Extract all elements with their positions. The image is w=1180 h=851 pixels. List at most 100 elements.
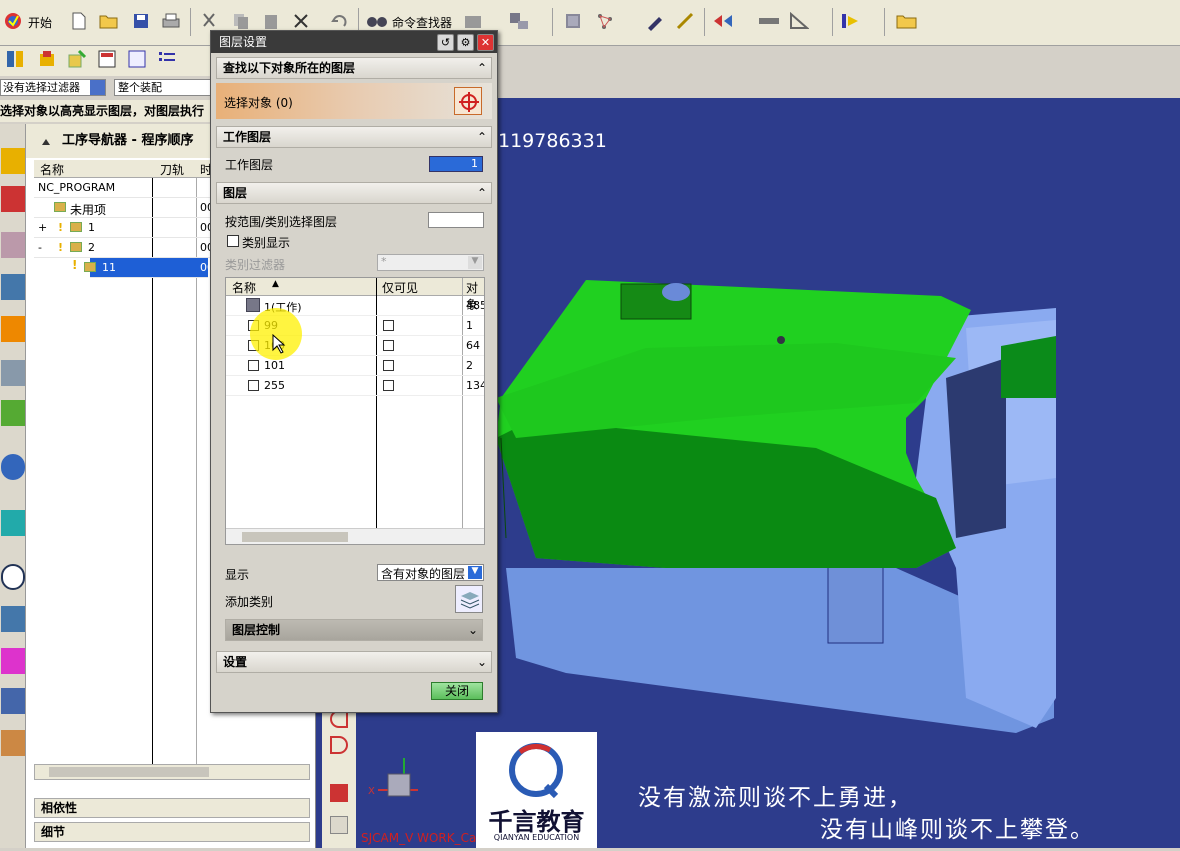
layer-row[interactable]: 255 134 — [226, 376, 484, 396]
layer-visible-checkbox[interactable] — [248, 360, 259, 371]
add-category-icon[interactable] — [455, 585, 483, 613]
find-section-header[interactable]: 查找以下对象所在的图层 ⌃ — [216, 57, 492, 79]
assembly-navigator-icon[interactable] — [1, 148, 25, 174]
layer-visible-checkbox[interactable] — [248, 380, 259, 391]
hide-icon[interactable] — [758, 10, 780, 32]
scroll-thumb[interactable] — [242, 532, 348, 542]
col-name[interactable]: 名称 — [232, 279, 256, 296]
curve-icon[interactable] — [330, 736, 348, 754]
visible-only-checkbox[interactable] — [383, 320, 394, 331]
visible-only-checkbox[interactable] — [383, 380, 394, 391]
visible-only-checkbox[interactable] — [383, 360, 394, 371]
mount-icon[interactable] — [66, 48, 88, 70]
new-file-icon[interactable] — [68, 10, 90, 32]
list-icon[interactable] — [156, 48, 178, 70]
select-object-row[interactable]: 选择对象 (0) — [216, 83, 492, 119]
fm-icon[interactable] — [126, 48, 148, 70]
command-finder-icon[interactable] — [366, 10, 388, 32]
machine-tool-icon[interactable] — [1, 360, 25, 386]
layer-stack-icon[interactable] — [462, 10, 484, 32]
layer-settings-icon[interactable] — [562, 10, 584, 32]
horizontal-scrollbar[interactable] — [226, 528, 484, 544]
horizontal-scrollbar[interactable] — [34, 764, 310, 780]
close-icon[interactable]: ✕ — [477, 34, 494, 51]
panel-label: 细节 — [41, 825, 66, 839]
layer-category-icon[interactable] — [594, 10, 616, 32]
row-name: 11 — [102, 261, 116, 274]
roles-icon[interactable] — [1, 730, 25, 756]
col-visible-only[interactable]: 仅可见 — [382, 279, 418, 296]
history-clock-icon[interactable] — [1, 564, 25, 590]
logo-text: 千言教育 — [488, 808, 585, 836]
col-toolpath[interactable]: 刀轨 — [160, 161, 184, 178]
table-row-selected[interactable]: 11 00 — [90, 258, 214, 278]
chevron-down-icon[interactable]: ▼ — [468, 256, 482, 269]
process-studio-icon[interactable] — [1, 606, 25, 632]
work-layer-section-header[interactable]: 工作图层 ⌃ — [216, 126, 492, 148]
dependencies-panel[interactable]: 相依性 — [34, 798, 310, 818]
range-input[interactable] — [428, 212, 484, 228]
table-icon[interactable] — [96, 48, 118, 70]
caption-line-2: 没有山峰则谈不上攀登。 — [820, 817, 1095, 843]
save-icon[interactable] — [130, 10, 152, 32]
cut-icon[interactable] — [198, 10, 220, 32]
command-finder-label[interactable]: 命令查找器 — [392, 14, 452, 31]
folder-icon — [54, 202, 66, 212]
expand-icon[interactable]: + — [38, 221, 47, 234]
row-name: NC_PROGRAM — [38, 181, 116, 194]
triangle-ruler-icon[interactable] — [788, 10, 810, 32]
start-icon[interactable] — [2, 10, 24, 32]
layers-section-header[interactable]: 图层 ⌃ — [216, 182, 492, 204]
collapse-icon[interactable]: - — [38, 241, 42, 254]
start-menu-label[interactable]: 开始 — [28, 14, 52, 31]
reuse-library-icon[interactable] — [1, 316, 25, 342]
operation-navigator-icon[interactable] — [1, 274, 25, 300]
spline-icon[interactable] — [330, 784, 348, 802]
chevron-down-icon[interactable]: ▼ — [468, 566, 482, 579]
constraint-navigator-icon[interactable] — [1, 186, 25, 212]
assembly-icon[interactable] — [4, 48, 26, 70]
copy-icon[interactable] — [230, 10, 252, 32]
gear-icon[interactable]: ⚙ — [457, 34, 474, 51]
visible-only-checkbox[interactable] — [383, 340, 394, 351]
layer-row[interactable]: 101 2 — [226, 356, 484, 376]
open-folder-icon[interactable] — [98, 10, 120, 32]
chevron-up-icon: ⌃ — [476, 61, 487, 75]
delete-icon[interactable] — [290, 10, 312, 32]
status-hint: 选择对象以高亮显示图层，对图层执行 — [0, 100, 212, 122]
crosshair-icon[interactable] — [454, 87, 482, 115]
col-name[interactable]: 名称 — [40, 161, 64, 178]
edit-object-icon[interactable] — [644, 10, 666, 32]
undo-icon[interactable] — [328, 10, 350, 32]
chevron-down-icon: ⌄ — [476, 655, 487, 669]
info-icon[interactable] — [1, 454, 25, 480]
web-browser-icon[interactable] — [1, 510, 25, 536]
close-button[interactable]: 关闭 — [431, 682, 483, 700]
details-panel[interactable]: 细节 — [34, 822, 310, 842]
component-icon[interactable] — [36, 48, 58, 70]
display-mode-icon[interactable] — [712, 10, 734, 32]
dialog-title[interactable]: 图层设置 — [211, 31, 497, 53]
scroll-thumb[interactable] — [49, 767, 209, 777]
manufacturing-wizard-icon[interactable] — [1, 688, 25, 714]
work-layer-input[interactable]: 1 — [429, 156, 483, 172]
category-display-checkbox[interactable] — [227, 235, 239, 247]
palette-icon[interactable] — [1, 648, 25, 674]
program-icon — [70, 222, 82, 232]
library-icon[interactable] — [1, 400, 25, 426]
chevron-down-icon[interactable] — [90, 80, 105, 95]
reset-icon[interactable]: ↺ — [437, 34, 454, 51]
print-icon[interactable] — [160, 10, 182, 32]
layer-control-section-header[interactable]: 图层控制 ⌄ — [225, 619, 483, 641]
paste-icon[interactable] — [260, 10, 282, 32]
offset-icon[interactable] — [330, 816, 348, 834]
part-navigator-icon[interactable] — [1, 232, 25, 258]
scope-select[interactable]: 整个装配 — [114, 79, 212, 96]
filter-arrow-icon[interactable] — [840, 10, 862, 32]
measure-icon[interactable] — [674, 10, 696, 32]
row-name: 1 — [88, 221, 95, 234]
open-recent-icon[interactable] — [896, 10, 918, 32]
pin-icon[interactable] — [40, 136, 52, 146]
move-object-icon[interactable] — [508, 10, 530, 32]
settings-section-header[interactable]: 设置 ⌄ — [216, 651, 492, 673]
